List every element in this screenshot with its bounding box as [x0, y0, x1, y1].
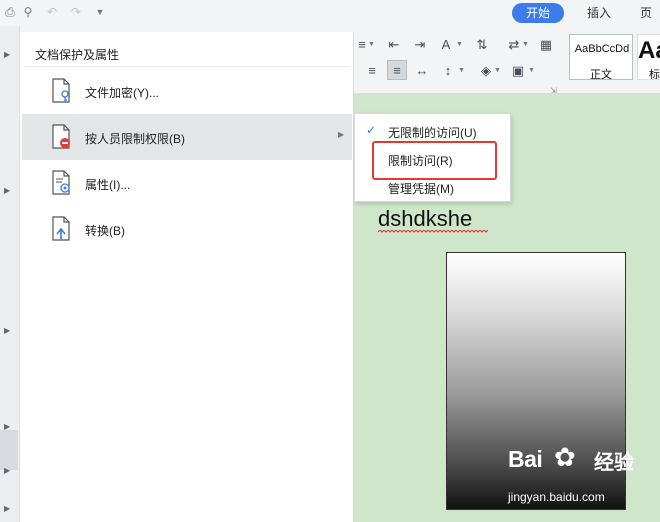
menu-item-encrypt[interactable]: 文件加密(Y)... [22, 68, 352, 114]
borders-icon[interactable]: ▣ [508, 61, 528, 81]
submenu-item-label: 管理凭据(M) [388, 182, 454, 196]
tab-start[interactable]: 开始 [512, 3, 564, 23]
restricted-document-icon [52, 124, 70, 149]
style-preview: AaBbCcDd [574, 43, 630, 55]
chevron-down-icon[interactable]: ▼ [368, 41, 375, 48]
expand-arrow-icon[interactable]: ▶ [4, 466, 10, 475]
menu-item-convert[interactable]: 转换(B) [22, 206, 352, 252]
chevron-down-icon[interactable]: ▼ [456, 41, 463, 48]
print-icon[interactable]: ⎙ [2, 4, 18, 20]
line-spacing-icon[interactable]: ⇄ [504, 35, 524, 55]
undo-icon[interactable]: ↶ [44, 4, 60, 20]
checkmark-icon: ✓ [366, 123, 377, 137]
justify-icon[interactable]: ≡ [387, 60, 407, 80]
chevron-down-icon[interactable]: ▼ [522, 41, 529, 48]
menu-divider [24, 66, 350, 67]
watermark-suffix: 经验 [594, 452, 634, 474]
lock-document-icon [52, 78, 70, 103]
submenu-item-unrestricted[interactable]: ✓ 无限制的访问(U) [355, 117, 510, 143]
align-right-icon[interactable]: ≡ [362, 61, 382, 81]
style-heading[interactable]: Aa 标 [637, 34, 660, 80]
expand-arrow-icon[interactable]: ▶ [4, 422, 10, 431]
style-normal[interactable]: AaBbCcDd 正文 [569, 34, 633, 81]
submenu-item-label: 无限制的访问(U) [388, 126, 477, 140]
watermark-brand: Bai [508, 446, 543, 472]
highlight-annotation-box [372, 141, 497, 180]
chevron-down-icon[interactable]: ▼ [528, 67, 535, 74]
document-protection-menu: 文档保护及属性 文件加密(Y)... 按人员限制权限(B) ▶ 属性(I)... [20, 32, 354, 522]
menu-item-restrict-permission[interactable]: 按人员限制权限(B) ▶ [22, 114, 352, 160]
menu-item-properties[interactable]: 属性(I)... [22, 160, 352, 206]
redo-icon[interactable]: ↷ [68, 4, 84, 20]
quick-access-bar: ⎙ ⚲ ↶ ↷ ▼ 开始 插入 页面 [0, 0, 660, 40]
distributed-align-icon[interactable]: ↔ [412, 61, 432, 81]
menu-item-label: 属性(I)... [85, 178, 131, 192]
chevron-down-icon[interactable]: ▼ [458, 67, 465, 74]
submenu-arrow-icon: ▶ [338, 130, 345, 139]
table-grid-icon[interactable]: ▦ [536, 35, 556, 55]
tab-insert[interactable]: 插入 [587, 3, 611, 23]
paw-icon: ✿ [554, 442, 576, 472]
document-text[interactable]: dshdkshe [378, 206, 472, 232]
increase-indent-icon[interactable]: ⇥ [410, 35, 430, 55]
chevron-down-icon[interactable]: ▼ [494, 67, 501, 74]
menu-item-label: 按人员限制权限(B) [85, 132, 185, 146]
style-preview: Aa [638, 37, 660, 64]
expand-arrow-icon[interactable]: ▶ [4, 186, 10, 195]
style-label: 正文 [590, 69, 612, 81]
style-label: 标 [649, 69, 660, 80]
sort-icon[interactable]: ⇅ [472, 35, 492, 55]
paragraph-spacing-icon[interactable]: ↕ [438, 61, 458, 81]
watermark-url: jingyan.baidu.com [508, 490, 605, 504]
document-properties-icon [52, 170, 70, 195]
expand-arrow-icon[interactable]: ▶ [4, 50, 10, 59]
shading-icon[interactable]: ◈ [476, 61, 496, 81]
decrease-indent-icon[interactable]: ⇤ [384, 35, 404, 55]
left-gutter: ▶ ▶ ▶ ▶ ▶ ▶ [0, 26, 20, 522]
tab-page[interactable]: 页面 [640, 3, 660, 40]
expand-arrow-icon[interactable]: ▶ [4, 504, 10, 513]
spellcheck-underline [378, 230, 488, 233]
menu-item-label: 文件加密(Y)... [85, 86, 159, 100]
menu-item-label: 转换(B) [85, 224, 125, 238]
baidu-jingyan-watermark: Bai ✿ 经验 jingyan.baidu.com [508, 442, 658, 516]
menu-title: 文档保护及属性 [35, 48, 120, 62]
text-direction-icon[interactable]: A [436, 35, 456, 55]
print-preview-icon[interactable]: ⚲ [20, 4, 36, 20]
expand-arrow-icon[interactable]: ▶ [4, 326, 10, 335]
gutter-selected-region [0, 430, 18, 470]
customize-dropdown-icon[interactable]: ▼ [92, 4, 108, 20]
document-convert-icon [52, 216, 70, 241]
